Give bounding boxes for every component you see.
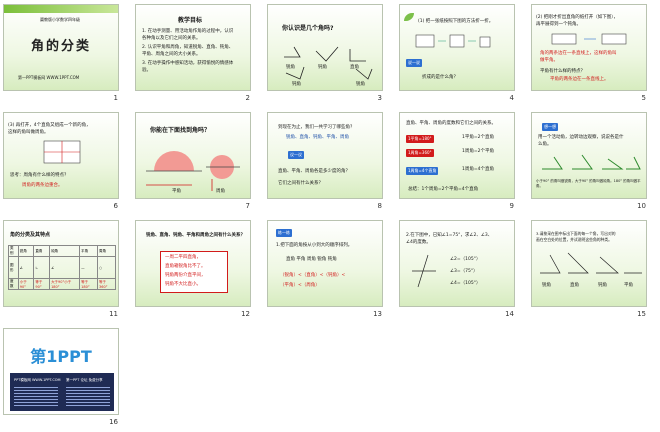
slide-number: 14 [505,310,514,318]
slide-thumb-11[interactable]: 角的分类及其特点 类别 锐角 直角 钝角 平角 周角 图形 ∠ ∟ ∠ — ○ 度数 小于90° 等于9… [0,216,122,324]
slide-thumb-10[interactable]: 想一想 用一个活动角，边转动边观察，说说各是什 么角。 小于90° 的角叫做锐角… [528,108,650,216]
slide-1: 冀教版小学数学四年级 角的分类 第一PPT模板网 WWW.1PPT.COM [3,4,119,91]
slide-3-heading: 你认识是几个角吗? [282,25,334,32]
straight-angle-figure [551,33,627,45]
slide-number: 10 [637,202,646,210]
slide-thumb-7[interactable]: 你能在下面找到角吗？ 平角 周角 7 [132,108,254,216]
practice-badge: 练一练 [276,229,292,237]
slide-14: 2.在下图中，已知∠1=75°，求∠2、∠3、 ∠4的度数。 ∠2=（105°）… [399,220,515,307]
slide-5: (2) 把刚才折出直角的纸打开（如下图）， 再平展得到一个钝角。 角的两条边在一… [531,4,647,91]
slide-thumb-3[interactable]: 你认识是几个角吗? 锐角 钝角 直角 钝角 锐角 3 [264,0,386,108]
slide-number: 7 [245,202,250,210]
think-badge: 想一想 [542,123,558,131]
slide-thumb-16[interactable]: 第1PPT PPT模板网 WWW.1PPT.COM 第一PPT 论坛 免费分享 … [0,324,122,432]
slide-number: 13 [373,310,382,318]
slide-8: 到现在为止，我们一共学习了哪些角？ 锐角、直角、钝角、平角、周角 议一议 直角、… [267,112,383,199]
slide-sorter-grid: 冀教版小学数学四年级 角的分类 第一PPT模板网 WWW.1PPT.COM 1 … [0,0,660,432]
slide-thumb-1[interactable]: 冀教版小学数学四年级 角的分类 第一PPT模板网 WWW.1PPT.COM 1 [0,0,122,108]
leaf-icon [404,13,414,21]
slide-1-footer: 第一PPT模板网 WWW.1PPT.COM [18,75,80,80]
slide-thumb-12[interactable]: 锐角、直角、钝角、平角和周角之间有什么关系？ 一周二平四直角， 直角箱锐角比不了… [132,216,254,324]
slide-10: 想一想 用一个活动角，边转动边观察，说说各是什 么角。 小于90° 的角叫做锐角… [531,112,647,199]
slide-6: (3) 再打开，4个直角又组成一个新的角， 这样的角叫做周角。 思考：周角有什么… [3,112,119,199]
slide-number: 15 [637,310,646,318]
slide-thumb-5[interactable]: (2) 把刚才折出直角的纸打开（如下图）， 再平展得到一个钝角。 角的两条边在一… [528,0,650,108]
slide-1-series: 冀教版小学数学四年级 [40,17,80,22]
slide-1-title: 角的分类 [30,39,91,54]
slide-11: 角的分类及其特点 类别 锐角 直角 钝角 平角 周角 图形 ∠ ∟ ∠ — ○ 度数 小于90° 等于9… [3,220,119,307]
slide-number: 3 [377,94,382,102]
slide-number: 6 [113,202,118,210]
slide-number: 5 [641,94,646,102]
slide-thumb-2[interactable]: 教学目标 1. 在动手测量、用活动角作角的过程中，认识 各种角以及它们之间的关系… [132,0,254,108]
slide-2: 教学目标 1. 在动手测量、用活动角作角的过程中，认识 各种角以及它们之间的关系… [135,4,251,91]
slide-3: 你认识是几个角吗? 锐角 钝角 直角 钝角 锐角 [267,4,383,91]
rhyme-box: 一周二平四直角， 直角箱锐角比不了。 钝角两份介直平间， 钝角不大比直小。 [160,251,228,293]
slide-number: 16 [109,418,118,426]
angle-table: 类别 锐角 直角 钝角 平角 周角 图形 ∠ ∟ ∠ — ○ 度数 小于90° 等于90° 大于90°小于… [8,245,116,290]
intersecting-lines-figure [412,254,436,288]
slide-thumb-8[interactable]: 到现在为止，我们一共学习了哪些角？ 锐角、直角、钝角、平角、周角 议一议 直角、… [264,108,386,216]
angle-figures [540,252,642,274]
slide-thumb-14[interactable]: 2.在下图中，已知∠1=75°，求∠2、∠3、 ∠4的度数。 ∠2=（105°）… [396,216,518,324]
paper-fold-figures [415,34,491,48]
slide-4: (1) 把一张纸按照下图的方法折一折。 说一说 折成的是什么角？ [399,4,515,91]
discuss-badge: 说一说 [406,59,422,67]
rotating-angle-figures [542,154,641,170]
angle-figures [284,46,373,80]
slide-16: 第1PPT PPT模板网 WWW.1PPT.COM 第一PPT 论坛 免费分享 [3,328,119,415]
slide-13: 练一练 1.把下面的角按从小到大的顺序排列。 直角 平角 周角 锐角 钝角 （锐… [267,220,383,307]
slide-7-heading: 你能在下面找到角吗？ [150,127,211,134]
slide-number: 9 [509,202,514,210]
slide-thumb-9[interactable]: 直角、平角、周角的度数和它们之间的关系。 1平角=180° 1平角=2个直角 1… [396,108,518,216]
slide-2-heading: 教学目标 [178,17,203,24]
slide-number: 8 [377,202,382,210]
slide-9: 直角、平角、周角的度数和它们之间的关系。 1平角=180° 1平角=2个直角 1… [399,112,515,199]
full-angle-figure [43,140,81,164]
slide-number: 12 [241,310,250,318]
slide-number: 11 [109,310,118,318]
slide-12: 锐角、直角、钝角、平角和周角之间有什么关系？ 一周二平四直角， 直角箱锐角比不了… [135,220,251,307]
slide-11-heading: 角的分类及其特点 [10,232,51,238]
slide-number: 1 [113,94,118,102]
fan-figures [146,151,240,191]
brand-logo: 第1PPT [30,347,92,366]
slide-thumb-13[interactable]: 练一练 1.把下面的角按从小到大的顺序排列。 直角 平角 周角 锐角 钝角 （锐… [264,216,386,324]
slide-thumb-15[interactable]: 3.请按采在图中标出下面的每一个角，写出对的 画在空白处的位置，并试说明这些角的… [528,216,650,324]
slide-7: 你能在下面找到角吗？ 平角 周角 [135,112,251,199]
slide-thumb-4[interactable]: (1) 把一张纸按照下图的方法折一折。 说一说 折成的是什么角？ 4 [396,0,518,108]
slide-number: 2 [245,94,250,102]
promo-panel: PPT模板网 WWW.1PPT.COM 第一PPT 论坛 免费分享 [10,373,114,411]
slide-thumb-6[interactable]: (3) 再打开，4个直角又组成一个新的角， 这样的角叫做周角。 思考：周角有什么… [0,108,122,216]
slide-15: 3.请按采在图中标出下面的每一个角，写出对的 画在空白处的位置，并试说明这些角的… [531,220,647,307]
discuss-badge: 议一议 [288,151,304,159]
slide-number: 4 [509,94,514,102]
